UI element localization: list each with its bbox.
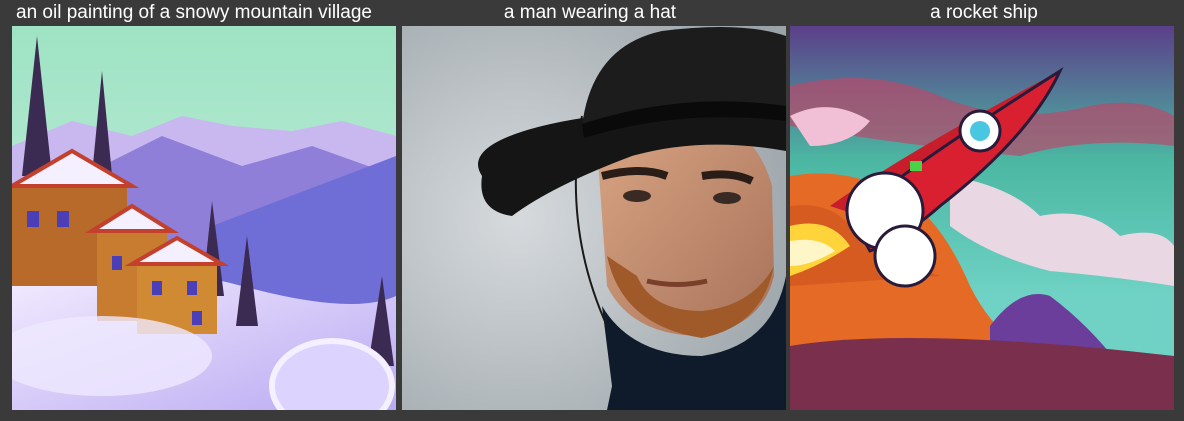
panel-village: an oil painting of a snowy mountain vill… [0,0,396,421]
snowy-village-image [12,26,396,410]
rocket-ship-image [790,26,1174,410]
man-in-hat-image [402,26,786,410]
caption-village: an oil painting of a snowy mountain vill… [16,2,372,23]
image-grid: an oil painting of a snowy mountain vill… [0,0,1184,421]
panel-man: a man wearing a hat [396,0,786,421]
caption-man: a man wearing a hat [503,2,677,23]
panel-rocket: a rocket ship [790,0,1178,421]
caption-rocket: a rocket ship [930,2,1038,23]
